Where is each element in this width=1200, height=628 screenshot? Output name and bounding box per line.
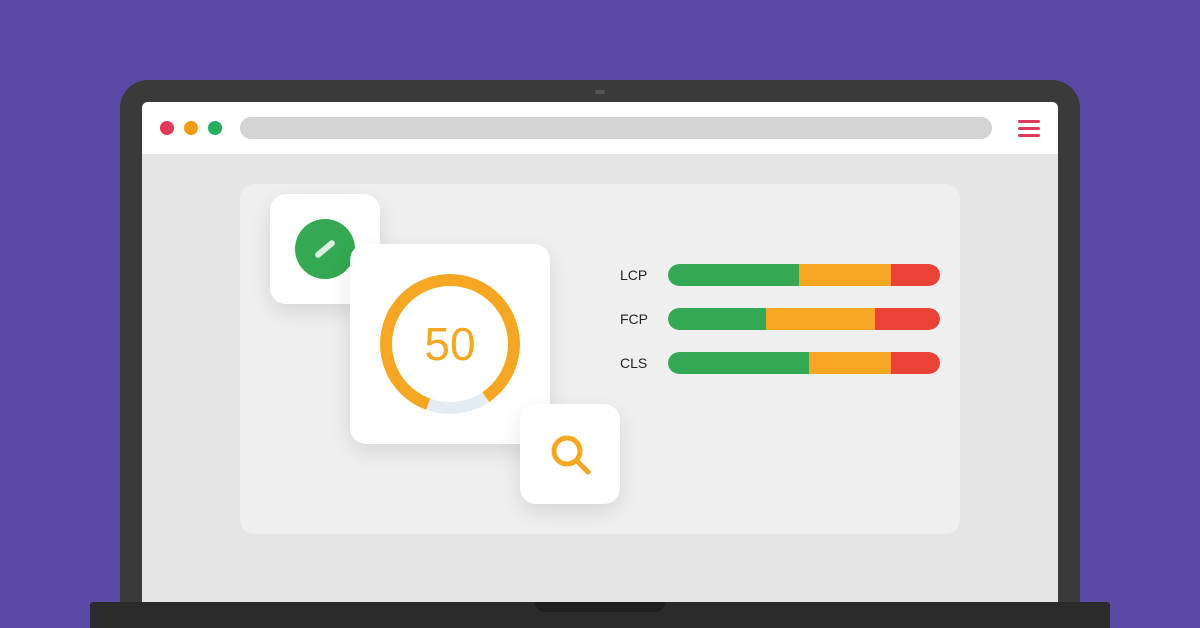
hamburger-menu-icon[interactable] [1018,120,1040,137]
magnifier-icon [546,430,594,478]
segment-poor [875,308,940,330]
metric-label: LCP [620,267,654,283]
segment-medium [799,264,891,286]
metric-label: FCP [620,311,654,327]
segment-poor [891,264,940,286]
score-gauge: 50 [380,274,520,414]
screen: 50 LCP [142,102,1058,602]
segment-medium [766,308,875,330]
metric-label: CLS [620,355,654,371]
search-card[interactable] [520,404,620,504]
window-controls [160,121,222,135]
speedometer-icon [295,219,355,279]
close-icon[interactable] [160,121,174,135]
page-content: 50 LCP [142,154,1058,602]
segment-good [668,352,809,374]
metric-row-fcp: FCP [620,308,940,330]
minimize-icon[interactable] [184,121,198,135]
camera-notch [595,90,605,94]
segment-good [668,264,799,286]
report-panel: 50 LCP [240,184,960,534]
segment-poor [891,352,940,374]
metric-bar [668,264,940,286]
address-bar[interactable] [240,117,992,139]
maximize-icon[interactable] [208,121,222,135]
screen-bezel: 50 LCP [120,80,1080,602]
laptop-frame: 50 LCP [120,80,1080,628]
metric-bar [668,308,940,330]
segment-good [668,308,766,330]
metric-bar [668,352,940,374]
browser-toolbar [142,102,1058,154]
metric-row-cls: CLS [620,352,940,374]
segment-medium [809,352,891,374]
core-web-vitals: LCP FCP [620,264,940,374]
laptop-base [90,602,1110,628]
score-value: 50 [424,317,475,371]
metric-row-lcp: LCP [620,264,940,286]
